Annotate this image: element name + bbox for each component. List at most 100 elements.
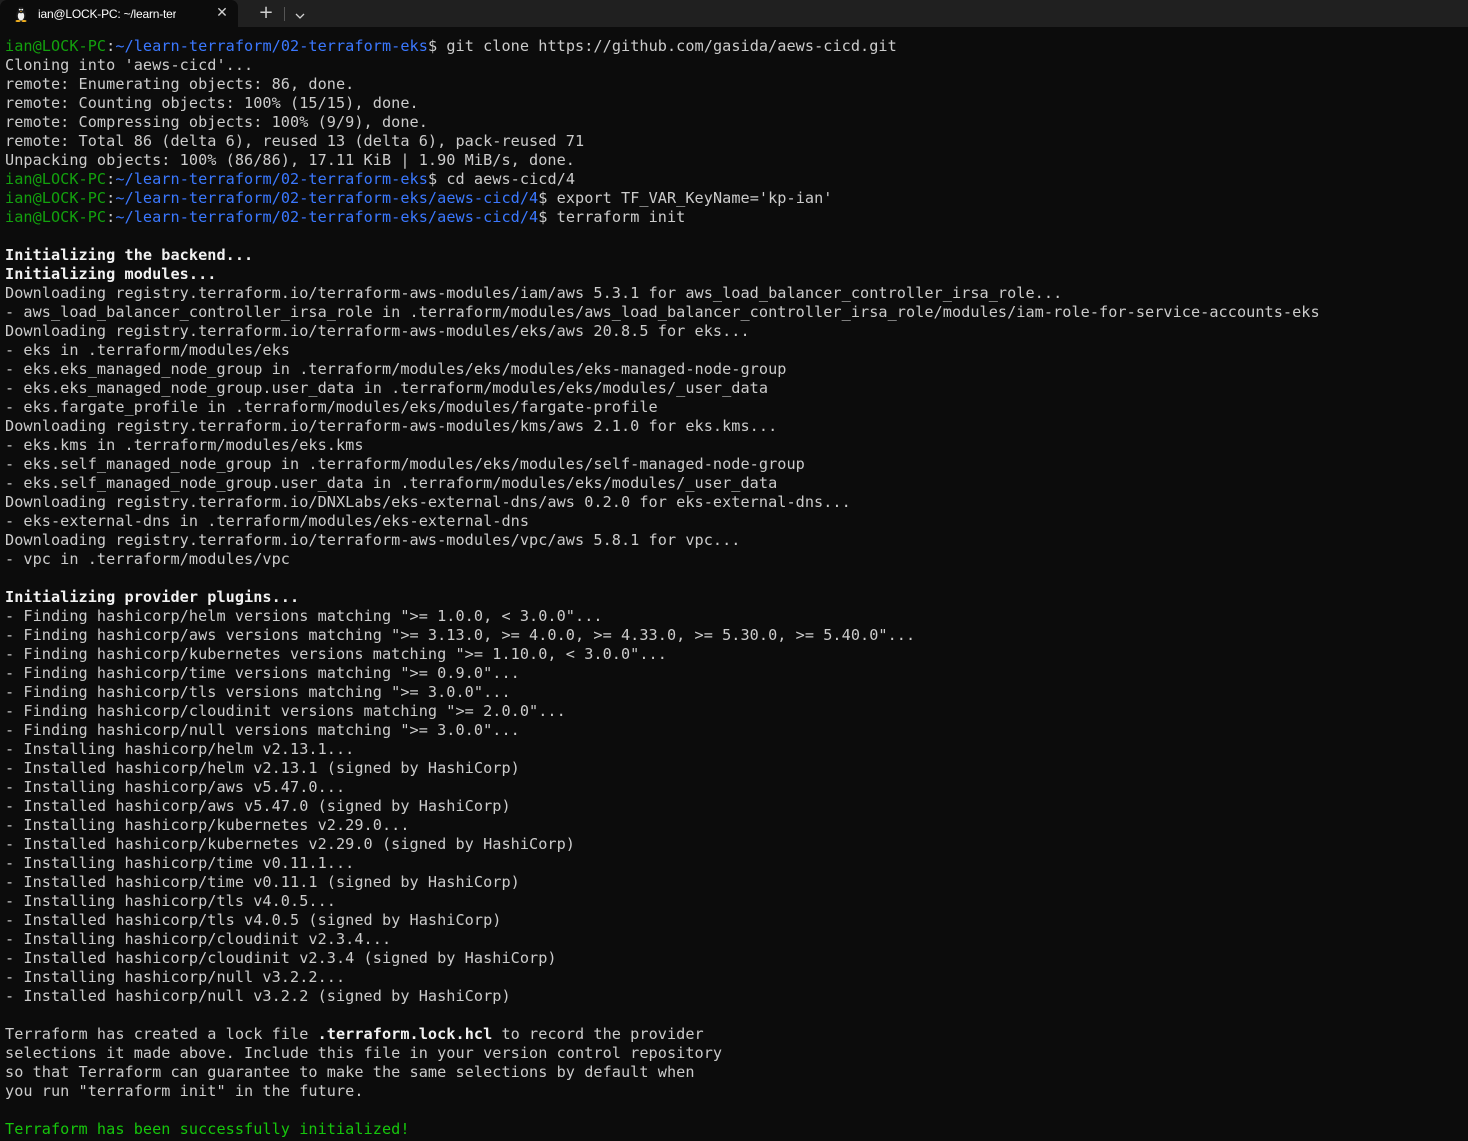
output-line: you run "terraform init" in the future. <box>5 1082 1468 1101</box>
output-text: - Finding hashicorp/tls versions matchin… <box>5 683 511 701</box>
terminal-output[interactable]: ian@LOCK-PC:~/learn-terraform/02-terrafo… <box>0 27 1468 1141</box>
prompt-separator: : <box>106 189 116 207</box>
output-text: selections it made above. Include this f… <box>5 1044 723 1062</box>
output-line: selections it made above. Include this f… <box>5 1044 1468 1063</box>
output-line: - eks.kms in .terraform/modules/eks.kms <box>5 436 1468 455</box>
prompt-line: ian@LOCK-PC:~/learn-terraform/02-terrafo… <box>5 189 1468 208</box>
output-line: - eks in .terraform/modules/eks <box>5 341 1468 360</box>
tab-title: ian@LOCK-PC: ~/learn-terraform <box>38 6 176 21</box>
terminal-window: ian@LOCK-PC: ~/learn-terraform ✕ + ian@L… <box>0 0 1468 1141</box>
prompt-symbol: $ <box>538 208 557 226</box>
prompt-path: ~/learn-terraform/02-terraform-eks <box>115 170 428 188</box>
output-line: - eks-external-dns in .terraform/modules… <box>5 512 1468 531</box>
output-line: - Finding hashicorp/aws versions matchin… <box>5 626 1468 645</box>
prompt-line: ian@LOCK-PC:~/learn-terraform/02-terrafo… <box>5 208 1468 227</box>
output-line: Downloading registry.terraform.io/DNXLab… <box>5 493 1468 512</box>
output-text: - eks.self_managed_node_group.user_data … <box>5 474 778 492</box>
output-text: - Installing hashicorp/helm v2.13.1... <box>5 740 355 758</box>
output-line: - Finding hashicorp/kubernetes versions … <box>5 645 1468 664</box>
prompt-path: ~/learn-terraform/02-terraform-eks/aews-… <box>115 189 539 207</box>
output-line: - Finding hashicorp/helm versions matchi… <box>5 607 1468 626</box>
output-text: - eks.eks_managed_node_group.user_data i… <box>5 379 769 397</box>
output-text: Cloning into 'aews-cicd'... <box>5 56 254 74</box>
output-line: - Installed hashicorp/aws v5.47.0 (signe… <box>5 797 1468 816</box>
output-line: remote: Counting objects: 100% (15/15), … <box>5 94 1468 113</box>
prompt-path: ~/learn-terraform/02-terraform-eks <box>115 37 428 55</box>
prompt-user: ian@LOCK-PC <box>5 37 107 55</box>
output-text: Downloading registry.terraform.io/terraf… <box>5 284 1063 302</box>
output-line: - eks.self_managed_node_group.user_data … <box>5 474 1468 493</box>
output-line: - Installed hashicorp/time v0.11.1 (sign… <box>5 873 1468 892</box>
output-line: - eks.self_managed_node_group in .terraf… <box>5 455 1468 474</box>
command-text: cd aews-cicd/4 <box>446 170 576 188</box>
output-line: Downloading registry.terraform.io/terraf… <box>5 417 1468 436</box>
prompt-symbol: $ <box>427 170 447 188</box>
output-text: Initializing provider plugins... <box>5 588 300 606</box>
output-text: - Finding hashicorp/kubernetes versions … <box>5 645 667 663</box>
command-text: terraform init <box>556 208 686 226</box>
new-tab-button[interactable]: + <box>248 0 284 27</box>
output-text: Downloading registry.terraform.io/terraf… <box>5 417 778 435</box>
output-line: - Installed hashicorp/cloudinit v2.3.4 (… <box>5 949 1468 968</box>
output-line: - Installing hashicorp/cloudinit v2.3.4.… <box>5 930 1468 949</box>
prompt-user: ian@LOCK-PC <box>5 189 107 207</box>
output-text: - Installed hashicorp/helm v2.13.1 (sign… <box>5 759 520 777</box>
output-line: remote: Enumerating objects: 86, done. <box>5 75 1468 94</box>
output-line: - Installing hashicorp/helm v2.13.1... <box>5 740 1468 759</box>
output-text: - eks.eks_managed_node_group in .terrafo… <box>5 360 787 378</box>
title-bar: ian@LOCK-PC: ~/learn-terraform ✕ + <box>0 0 1468 27</box>
section-heading: Initializing the backend... <box>5 246 1468 265</box>
output-text: so that Terraform can guarantee to make … <box>5 1063 695 1081</box>
section-heading: Initializing provider plugins... <box>5 588 1468 607</box>
output-text: - Finding hashicorp/helm versions matchi… <box>5 607 603 625</box>
output-text: - aws_load_balancer_controller_irsa_role… <box>5 303 1320 321</box>
output-line: - Installing hashicorp/null v3.2.2... <box>5 968 1468 987</box>
output-text: - Installing hashicorp/null v3.2.2... <box>5 968 346 986</box>
section-heading: Initializing modules... <box>5 265 1468 284</box>
output-text: - Installed hashicorp/time v0.11.1 (sign… <box>5 873 520 891</box>
prompt-line: ian@LOCK-PC:~/learn-terraform/02-terrafo… <box>5 37 1468 56</box>
output-text: Downloading registry.terraform.io/terraf… <box>5 322 750 340</box>
output-line: - eks.eks_managed_node_group.user_data i… <box>5 379 1468 398</box>
output-line: - Installing hashicorp/kubernetes v2.29.… <box>5 816 1468 835</box>
output-line: Unpacking objects: 100% (86/86), 17.11 K… <box>5 151 1468 170</box>
output-line: - vpc in .terraform/modules/vpc <box>5 550 1468 569</box>
output-text: - Installing hashicorp/cloudinit v2.3.4.… <box>5 930 392 948</box>
output-line: so that Terraform can guarantee to make … <box>5 1063 1468 1082</box>
output-line: - aws_load_balancer_controller_irsa_role… <box>5 303 1468 322</box>
output-text: - Installed hashicorp/tls v4.0.5 (signed… <box>5 911 502 929</box>
output-line: Cloning into 'aews-cicd'... <box>5 56 1468 75</box>
output-line: Downloading registry.terraform.io/terraf… <box>5 284 1468 303</box>
output-text: Terraform has been successfully initiali… <box>5 1120 410 1138</box>
profile-dropdown-button[interactable] <box>285 0 315 27</box>
prompt-separator: : <box>106 208 116 226</box>
output-text: - Installing hashicorp/time v0.11.1... <box>5 854 355 872</box>
output-line: - eks.eks_managed_node_group in .terrafo… <box>5 360 1468 379</box>
output-text: - Finding hashicorp/aws versions matchin… <box>5 626 916 644</box>
prompt-path: ~/learn-terraform/02-terraform-eks/aews-… <box>115 208 539 226</box>
output-text: Downloading registry.terraform.io/terraf… <box>5 531 741 549</box>
terminal-tab[interactable]: ian@LOCK-PC: ~/learn-terraform ✕ <box>0 0 238 27</box>
output-text: - eks in .terraform/modules/eks <box>5 341 291 359</box>
output-text: - Installed hashicorp/aws v5.47.0 (signe… <box>5 797 511 815</box>
output-line: - Installed hashicorp/kubernetes v2.29.0… <box>5 835 1468 854</box>
output-text: - Finding hashicorp/null versions matchi… <box>5 721 520 739</box>
output-line: - eks.fargate_profile in .terraform/modu… <box>5 398 1468 417</box>
output-line: - Installed hashicorp/null v3.2.2 (signe… <box>5 987 1468 1006</box>
output-text: - eks.kms in .terraform/modules/eks.kms <box>5 436 364 454</box>
command-text: export TF_VAR_KeyName='kp-ian' <box>556 189 833 207</box>
close-icon[interactable]: ✕ <box>213 4 231 22</box>
output-text: you run "terraform init" in the future. <box>5 1082 364 1100</box>
output-line: remote: Total 86 (delta 6), reused 13 (d… <box>5 132 1468 151</box>
output-text: - Installed hashicorp/cloudinit v2.3.4 (… <box>5 949 557 967</box>
linux-penguin-icon <box>14 6 28 22</box>
output-text: - Installing hashicorp/aws v5.47.0... <box>5 778 346 796</box>
output-line: remote: Compressing objects: 100% (9/9),… <box>5 113 1468 132</box>
output-text: - Installing hashicorp/tls v4.0.5... <box>5 892 336 910</box>
output-text: - vpc in .terraform/modules/vpc <box>5 550 291 568</box>
output-line: - Finding hashicorp/tls versions matchin… <box>5 683 1468 702</box>
output-text: remote: Compressing objects: 100% (9/9),… <box>5 113 428 131</box>
